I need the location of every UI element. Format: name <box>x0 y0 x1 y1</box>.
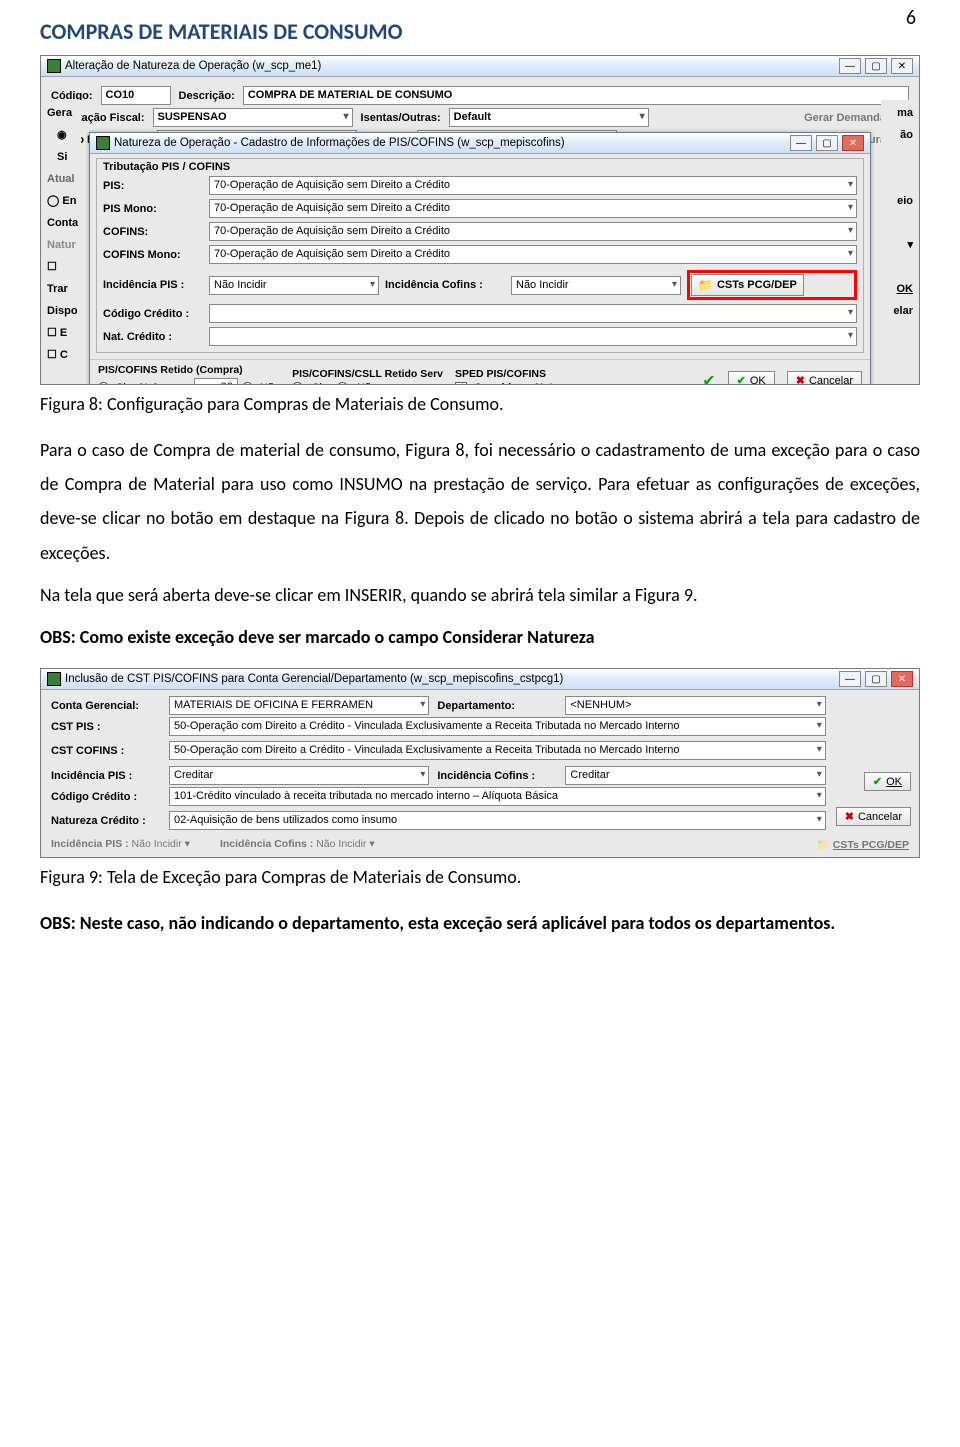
natcred2-label: Natureza Crédito : <box>51 815 161 827</box>
gerar-demanda-label: Gerar Demanda <box>804 112 886 124</box>
paragraph-2: Na tela que será aberta deve-se clicar e… <box>40 578 920 612</box>
check-icon: ✔ <box>702 371 715 386</box>
contager-label: Conta Gerencial: <box>51 700 161 712</box>
piscofins-dialog: Natureza de Operação - Cadastro de Infor… <box>89 132 871 385</box>
minimize-button[interactable]: — <box>839 671 861 687</box>
natcredito-label: Nat. Crédito : <box>103 331 203 343</box>
maximize-button[interactable]: ▢ <box>865 58 887 74</box>
cofinsmono-label: COFINS Mono: <box>103 249 203 261</box>
retido-nao-radio[interactable] <box>242 382 253 385</box>
csts-pcg-dep-button[interactable]: 📁 CSTs PCG/DEP <box>691 274 804 296</box>
page-number: 6 <box>906 6 916 30</box>
depto-dropdown[interactable]: <NENHUM> <box>565 696 825 715</box>
app-icon <box>47 672 61 686</box>
close-button[interactable]: ✕ <box>891 671 913 687</box>
minimize-button[interactable]: — <box>790 135 812 151</box>
paragraph-4: OBS: Neste caso, não indicando o departa… <box>40 906 920 940</box>
descricao-field[interactable]: COMPRA DE MATERIAL DE CONSUMO <box>243 86 909 105</box>
maximize-button[interactable]: ▢ <box>816 135 838 151</box>
paragraph-3: OBS: Como existe exceção deve ser marcad… <box>40 620 920 654</box>
inccofins-dropdown[interactable]: Não Incidir <box>511 276 681 295</box>
serv-sim-radio[interactable] <box>292 382 303 385</box>
paragraph-1: Para o caso de Compra de material de con… <box>40 433 920 570</box>
app-icon <box>96 136 110 150</box>
incpis2-label: Incidência PIS : <box>51 770 161 782</box>
inner-window-titlebar: Natureza de Operação - Cadastro de Infor… <box>90 133 870 154</box>
pismono-label: PIS Mono: <box>103 203 203 215</box>
figure-8-screenshot: Alteração de Natureza de Operação (w_scp… <box>40 55 920 385</box>
inner-window-title: Natureza de Operação - Cadastro de Infor… <box>114 137 565 149</box>
incpis2-dropdown[interactable]: Creditar <box>169 766 429 785</box>
pis-label: PIS: <box>103 180 203 192</box>
group-title: Tributação PIS / COFINS <box>103 161 857 173</box>
cstpis-dropdown[interactable]: 50-Operação com Direito a Crédito - Vinc… <box>169 717 826 736</box>
codcredito-dropdown[interactable] <box>209 304 857 323</box>
codcred2-dropdown[interactable]: 101-Crédito vinculado à receita tributad… <box>169 787 826 806</box>
cstpis-label: CST PIS : <box>51 721 161 733</box>
incpis-dropdown[interactable]: Não Incidir <box>209 276 379 295</box>
cancel-button-2[interactable]: ✖Cancelar <box>836 807 911 826</box>
retido-sim-radio[interactable] <box>98 382 109 385</box>
isentas-label: Isentas/Outras: <box>361 112 441 124</box>
considerar-natureza-checkbox[interactable] <box>455 382 467 386</box>
dialog-bottom-row: PIS/COFINS Retido (Compra) Sim % Agreg.:… <box>90 359 870 385</box>
sped-label: SPED PIS/COFINS <box>455 368 582 380</box>
folder-icon: 📁 <box>698 278 713 292</box>
sim-label-2: Sim <box>312 382 331 386</box>
figure-9-screenshot: Inclusão de CST PIS/COFINS para Conta Ge… <box>40 668 920 858</box>
agreg-field[interactable]: ,00 <box>194 378 238 385</box>
inccofins2-label: Incidência Cofins : <box>437 770 557 782</box>
shot2-title: Inclusão de CST PIS/COFINS para Conta Ge… <box>65 673 563 685</box>
nao-label: Não <box>260 382 280 386</box>
serv-nao-radio[interactable] <box>337 382 348 385</box>
considerar-natureza-label: Considerar Natureza <box>474 382 582 386</box>
ok-button-2[interactable]: ✔OK <box>864 772 911 791</box>
shot2-titlebar: Inclusão de CST PIS/COFINS para Conta Ge… <box>41 669 919 690</box>
natcred2-dropdown[interactable]: 02-Aquisição de bens utilizados como ins… <box>169 811 826 830</box>
outer-left-slice: Gera ◉ Si Atual ◯ En Conta Natur ☐ Trar … <box>45 100 81 368</box>
figure-9-caption: Figura 9: Tela de Exceção para Compras d… <box>40 866 920 888</box>
cstcofins-dropdown[interactable]: 50-Operação com Direito a Crédito - Vinc… <box>169 741 826 760</box>
piscofins-retido-label: PIS/COFINS Retido (Compra) <box>98 364 280 376</box>
maximize-button[interactable]: ▢ <box>865 671 887 687</box>
figure-8-caption: Figura 8: Configuração para Compras de M… <box>40 393 920 415</box>
cofins-dropdown[interactable]: 70-Operação de Aquisição sem Direito a C… <box>209 222 857 241</box>
section-heading: COMPRAS DE MATERIAIS DE CONSUMO <box>40 18 920 45</box>
nao-label-2: Não <box>357 382 377 386</box>
depto-label: Departamento: <box>437 700 557 712</box>
app-icon <box>47 59 61 73</box>
codcred2-label: Código Crédito : <box>51 791 161 803</box>
agreg-label: % Agreg.: <box>139 382 190 386</box>
incpis-label: Incidência PIS : <box>103 279 203 291</box>
sim-label: Sim <box>116 382 135 386</box>
contager-dropdown[interactable]: MATERIAIS DE OFICINA E FERRAMEN <box>169 696 429 715</box>
faint-underlying-row: Incidência PIS : Não Incidir ▾ Incidênci… <box>41 834 919 857</box>
natcredito-dropdown[interactable] <box>209 327 857 346</box>
pis-dropdown[interactable]: 70-Operação de Aquisição sem Direito a C… <box>209 176 857 195</box>
cancel-button[interactable]: ✖Cancelar <box>787 371 862 385</box>
inccofins2-dropdown[interactable]: Creditar <box>565 766 825 785</box>
tributacao-groupbox: Tributação PIS / COFINS PIS: 70-Operação… <box>96 158 864 353</box>
cst-button-highlight: 📁 CSTs PCG/DEP <box>687 270 857 300</box>
outer-right-slice: ma ão eio ▾ OK elar <box>881 100 915 324</box>
pismono-dropdown[interactable]: 70-Operação de Aquisição sem Direito a C… <box>209 199 857 218</box>
minimize-button[interactable]: — <box>839 58 861 74</box>
isentas-dropdown[interactable]: Default <box>449 108 649 127</box>
descricao-label: Descrição: <box>179 90 235 102</box>
cstcofins-label: CST COFINS : <box>51 745 161 757</box>
close-button[interactable]: ✕ <box>842 135 864 151</box>
codcredito-label: Código Crédito : <box>103 308 203 320</box>
cofinsmono-dropdown[interactable]: 70-Operação de Aquisição sem Direito a C… <box>209 245 857 264</box>
pcs-serv-label: PIS/COFINS/CSLL Retido Serv <box>292 368 443 380</box>
outer-window-titlebar: Alteração de Natureza de Operação (w_scp… <box>41 56 919 77</box>
cofins-label: COFINS: <box>103 226 203 238</box>
codigo-field[interactable]: CO10 <box>101 86 171 105</box>
tribfiscal-dropdown[interactable]: SUSPENSAO <box>153 108 353 127</box>
outer-window-title: Alteração de Natureza de Operação (w_scp… <box>65 60 321 72</box>
ok-button[interactable]: ✔OK <box>728 371 775 385</box>
close-button[interactable]: ✕ <box>891 58 913 74</box>
inccofins-label: Incidência Cofins : <box>385 279 505 291</box>
